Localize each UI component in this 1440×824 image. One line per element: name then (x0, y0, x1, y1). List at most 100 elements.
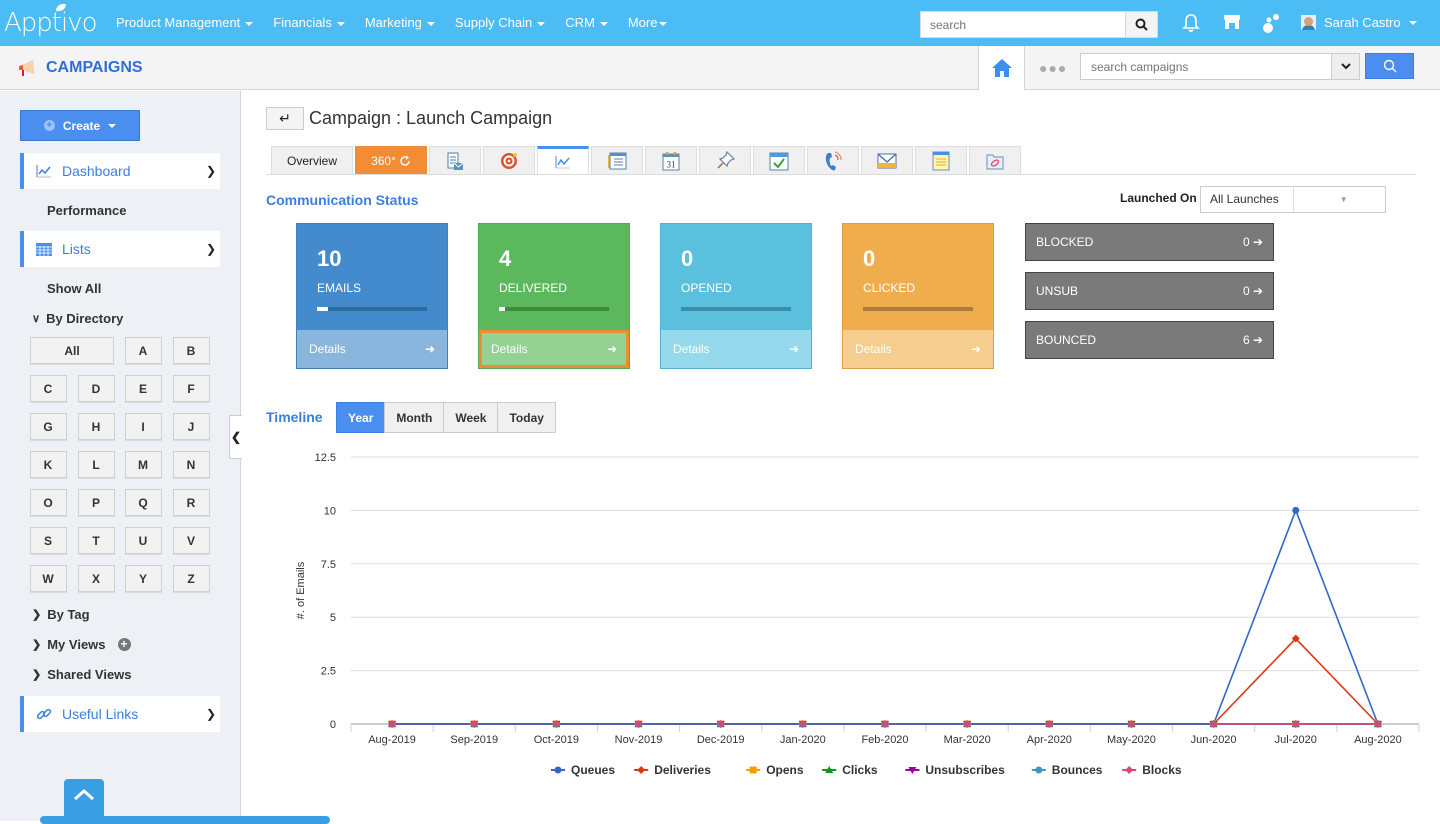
chevron-down-icon: ❯ (205, 242, 216, 256)
alpha-filter-u[interactable]: U (124, 527, 162, 554)
card-details-link[interactable]: Details ➜ (479, 330, 629, 368)
people-icon[interactable] (1262, 13, 1280, 38)
scroll-up-button[interactable] (64, 779, 104, 821)
nav-financials[interactable]: Financials (273, 15, 345, 30)
sidebar-item-show-all[interactable]: Show All (47, 281, 101, 296)
timeline-month-button[interactable]: Month (384, 402, 445, 433)
chevron-right-icon: ❯ (32, 669, 42, 681)
alpha-filter-x[interactable]: X (77, 565, 115, 592)
my-views-toggle[interactable]: ❯ My Views + (32, 637, 131, 652)
alpha-filter-p[interactable]: P (77, 489, 115, 516)
sidebar-item-performance[interactable]: Performance (47, 203, 126, 218)
apptivo-logo[interactable]: Apptivo (4, 4, 98, 38)
alpha-filter-n[interactable]: N (172, 451, 210, 478)
timeline-year-button[interactable]: Year (336, 402, 386, 433)
tab-pin[interactable] (699, 146, 751, 175)
tab-phone-call[interactable] (807, 146, 859, 175)
chart-line-icon (554, 154, 572, 170)
alpha-filter-g[interactable]: G (29, 413, 67, 440)
alpha-filter-o[interactable]: O (29, 489, 67, 516)
alpha-filter-c[interactable]: C (29, 375, 67, 402)
caret-down-icon (599, 21, 608, 26)
alpha-filter-t[interactable]: T (77, 527, 115, 554)
nav-product-management[interactable]: Product Management (116, 15, 254, 30)
sidebar-item-dashboard[interactable]: Dashboard ❯ (20, 153, 220, 189)
nav-supply-chain[interactable]: Supply Chain (455, 15, 546, 30)
global-search-button[interactable] (1125, 12, 1157, 37)
collapse-sidebar-button[interactable]: ❮ (229, 415, 242, 459)
more-dots-icon[interactable]: ●●● (1039, 60, 1067, 76)
nav-crm[interactable]: CRM (565, 15, 608, 30)
alpha-filter-z[interactable]: Z (172, 565, 210, 592)
sidebar: + Create Dashboard ❯ Performance Lists ❯… (0, 91, 241, 821)
by-tag-toggle[interactable]: ❯ By Tag (32, 607, 90, 622)
card-value: 10 (317, 246, 342, 271)
home-button[interactable] (978, 46, 1025, 90)
timeline-week-button[interactable]: Week (443, 402, 499, 433)
chevron-down-icon: ∨ (32, 313, 41, 325)
card-details-link[interactable]: Details ➜ (297, 330, 447, 368)
alpha-filter-i[interactable]: I (124, 413, 162, 440)
tab-overview[interactable]: Overview (271, 146, 353, 175)
user-menu[interactable]: Sarah Castro (1301, 15, 1417, 30)
tab-note[interactable] (915, 146, 967, 175)
card-details-link[interactable]: Details ➜ (661, 330, 811, 368)
card-label: EMAILS (317, 281, 362, 295)
alpha-filter-j[interactable]: J (172, 413, 210, 440)
tab-calendar[interactable]: 31 (645, 146, 697, 175)
alpha-filter-b[interactable]: B (172, 337, 210, 364)
card-details-link[interactable]: Details ➜ (843, 330, 993, 368)
search-filter-dropdown[interactable] (1331, 54, 1359, 79)
main-nav: Product Management Financials Marketing … (116, 15, 687, 30)
alpha-filter-d[interactable]: D (77, 375, 115, 402)
tab-360[interactable]: 360° (355, 146, 427, 175)
details-label: Details (309, 342, 346, 356)
tab-target[interactable] (483, 146, 535, 175)
nav-marketing[interactable]: Marketing (365, 15, 435, 30)
alpha-filter-s[interactable]: S (29, 527, 67, 554)
alpha-filter-l[interactable]: L (77, 451, 115, 478)
tab-attachment-folder[interactable] (969, 146, 1021, 175)
tab-envelope[interactable] (861, 146, 913, 175)
details-label: Details (855, 342, 892, 356)
by-directory-toggle[interactable]: ∨ By Directory (32, 311, 123, 326)
alpha-filter-a[interactable]: A (124, 337, 162, 364)
store-icon[interactable] (1223, 13, 1241, 36)
stat-button-bounced[interactable]: BOUNCED 6 ➔ (1025, 321, 1274, 359)
alpha-filter-f[interactable]: F (172, 375, 210, 402)
tabs-divider (266, 174, 1416, 175)
alpha-filter-h[interactable]: H (77, 413, 115, 440)
alpha-filter-y[interactable]: Y (124, 565, 162, 592)
alpha-filter-r[interactable]: R (172, 489, 210, 516)
stat-button-unsub[interactable]: UNSUB 0 ➔ (1025, 272, 1274, 310)
alpha-filter-all[interactable]: All (30, 337, 114, 364)
alpha-filter-e[interactable]: E (124, 375, 162, 402)
by-directory-label: By Directory (46, 311, 124, 326)
sidebar-item-useful-links[interactable]: Useful Links ❯ (20, 696, 220, 732)
campaign-search-input[interactable] (1081, 54, 1331, 79)
tab-clipboard-email[interactable] (429, 146, 481, 175)
timeline-today-button[interactable]: Today (497, 402, 556, 433)
tab-task-check[interactable] (753, 146, 805, 175)
alpha-filter-k[interactable]: K (29, 451, 67, 478)
alpha-filter-m[interactable]: M (124, 451, 162, 478)
sidebar-item-lists[interactable]: Lists ❯ (20, 231, 220, 267)
bell-icon[interactable] (1182, 13, 1200, 38)
tab-chart-line[interactable] (537, 146, 589, 175)
back-button[interactable]: ↵ (266, 107, 304, 130)
caret-down-icon (108, 123, 117, 128)
stat-button-blocked[interactable]: BLOCKED 0 ➔ (1025, 223, 1274, 261)
create-button[interactable]: + Create (20, 110, 140, 141)
status-card-delivered: 4 DELIVERED Details ➜ (478, 223, 630, 369)
campaign-search-button[interactable] (1365, 53, 1414, 79)
shared-views-toggle[interactable]: ❯ Shared Views (32, 667, 132, 682)
global-search-input[interactable] (921, 12, 1125, 37)
add-view-icon[interactable]: + (117, 638, 131, 651)
alpha-filter-q[interactable]: Q (124, 489, 162, 516)
launched-on-select[interactable]: All Launches ▼ (1200, 186, 1386, 213)
alpha-filter-v[interactable]: V (172, 527, 210, 554)
app-title[interactable]: CAMPAIGNS (17, 58, 143, 78)
tab-form[interactable] (591, 146, 643, 175)
nav-more[interactable]: More (628, 15, 668, 30)
alpha-filter-w[interactable]: W (29, 565, 67, 592)
